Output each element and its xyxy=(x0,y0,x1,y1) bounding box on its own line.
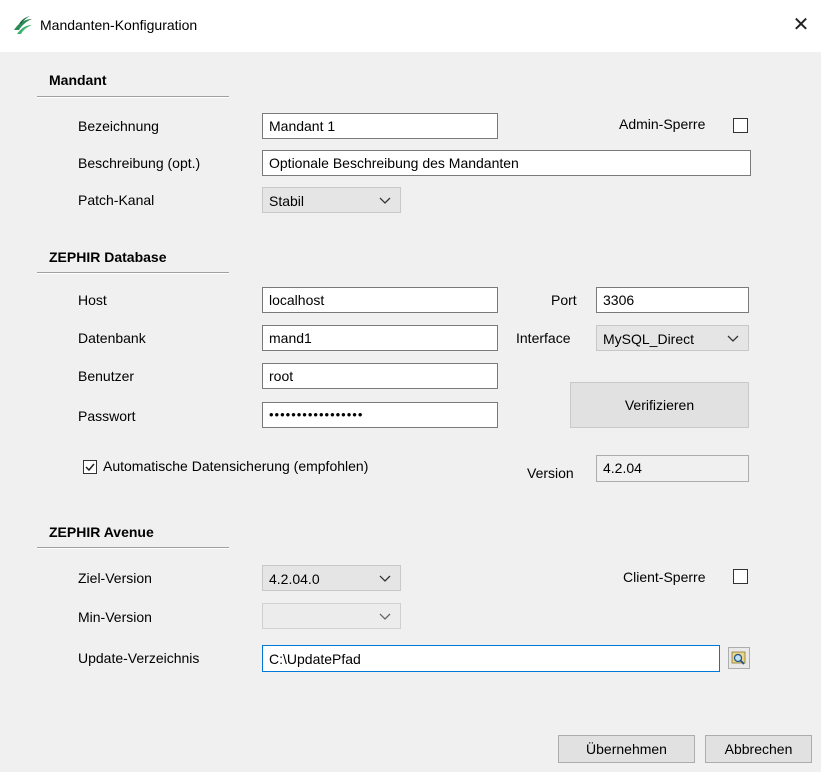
passwort-input[interactable]: ••••••••••••••••• xyxy=(262,402,498,428)
interface-value: MySQL_Direct xyxy=(603,331,695,347)
ziel-version-value: 4.2.04.0 xyxy=(269,571,320,587)
section-mandant-divider xyxy=(37,96,229,98)
update-verzeichnis-label: Update-Verzeichnis xyxy=(78,650,200,666)
section-avenue-divider xyxy=(37,547,229,549)
window-title: Mandanten-Konfiguration xyxy=(40,17,198,33)
host-label: Host xyxy=(78,292,107,308)
bezeichnung-input[interactable] xyxy=(262,113,498,139)
admin-sperre-label: Admin-Sperre xyxy=(619,116,706,132)
min-version-label: Min-Version xyxy=(78,609,152,625)
ziel-version-label: Ziel-Version xyxy=(78,570,152,586)
port-label: Port xyxy=(551,292,577,308)
checkmark-icon xyxy=(85,463,95,472)
backup-label: Automatische Datensicherung (empfohlen) xyxy=(103,458,369,474)
benutzer-input[interactable] xyxy=(262,363,498,389)
folder-search-icon xyxy=(731,651,746,665)
patch-kanal-value: Stabil xyxy=(269,193,305,209)
section-database-divider xyxy=(37,272,229,274)
verifizieren-button[interactable]: Verifizieren xyxy=(570,382,749,428)
chevron-down-icon xyxy=(379,197,391,204)
section-avenue-title: ZEPHIR Avenue xyxy=(49,524,154,540)
beschreibung-input[interactable] xyxy=(262,150,751,176)
patch-kanal-label: Patch-Kanal xyxy=(78,192,155,208)
host-input[interactable] xyxy=(262,287,498,313)
patch-kanal-select[interactable]: Stabil xyxy=(262,187,401,213)
min-version-select[interactable] xyxy=(262,603,401,629)
backup-checkbox[interactable] xyxy=(83,460,97,474)
interface-select[interactable]: MySQL_Direct xyxy=(596,325,749,351)
ziel-version-select[interactable]: 4.2.04.0 xyxy=(262,565,401,591)
port-input[interactable] xyxy=(596,287,749,313)
admin-sperre-checkbox[interactable] xyxy=(733,118,748,133)
interface-label: Interface xyxy=(516,330,571,346)
datenbank-label: Datenbank xyxy=(78,330,146,346)
section-database-title: ZEPHIR Database xyxy=(49,249,167,265)
chevron-down-icon xyxy=(727,335,739,342)
benutzer-label: Benutzer xyxy=(78,368,135,384)
abbrechen-button[interactable]: Abbrechen xyxy=(705,735,812,763)
beschreibung-label: Beschreibung (opt.) xyxy=(78,155,201,171)
uebernehmen-button[interactable]: Übernehmen xyxy=(558,735,695,763)
bezeichnung-label: Bezeichnung xyxy=(78,118,159,134)
section-mandant-title: Mandant xyxy=(49,72,107,88)
client-sperre-label: Client-Sperre xyxy=(623,569,706,585)
zephir-logo-icon xyxy=(14,16,32,34)
passwort-label: Passwort xyxy=(78,408,136,424)
close-button[interactable]: ✕ xyxy=(786,10,816,40)
browse-button[interactable] xyxy=(728,647,750,669)
chevron-down-icon xyxy=(379,575,391,582)
version-label: Version xyxy=(527,465,574,481)
version-field: 4.2.04 xyxy=(596,455,749,482)
client-sperre-checkbox[interactable] xyxy=(733,569,748,584)
update-verzeichnis-input[interactable] xyxy=(262,645,720,672)
chevron-down-icon xyxy=(379,613,391,620)
datenbank-input[interactable] xyxy=(262,325,498,351)
